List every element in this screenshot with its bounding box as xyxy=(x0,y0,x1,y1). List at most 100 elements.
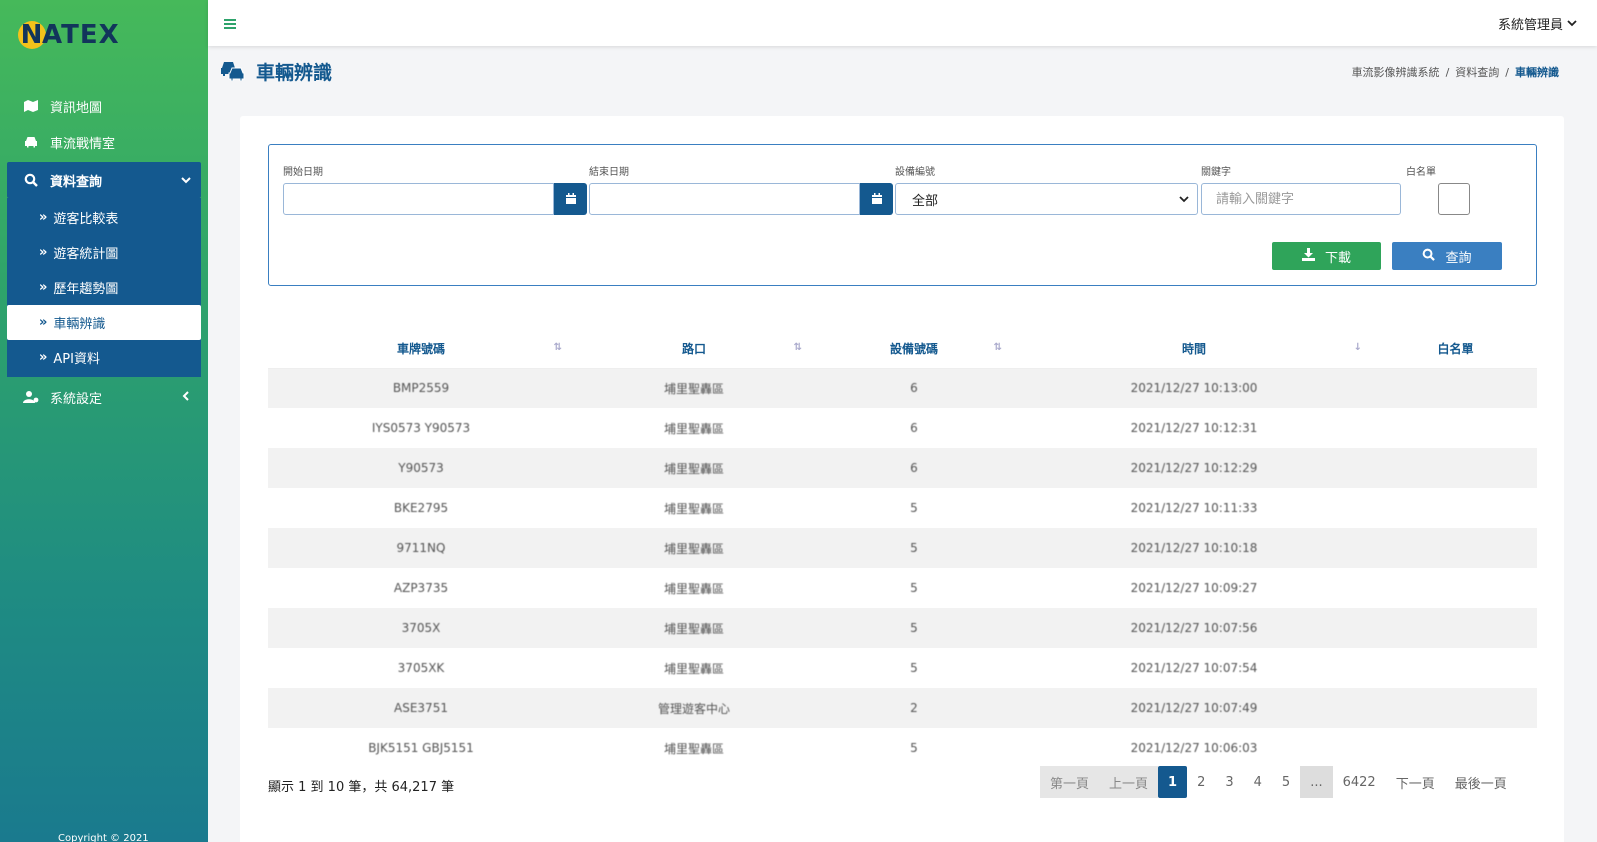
table-cell: 2021/12/27 10:10:18 xyxy=(1130,541,1258,555)
page-button[interactable]: 2 xyxy=(1187,766,1215,798)
double-chevron-right-icon: » xyxy=(39,245,48,260)
table-row[interactable]: BJK5151 GBJ5151 埔里聖轟區 5 2021/12/27 10:06:03 xyxy=(268,728,1537,768)
table-cell xyxy=(1374,368,1537,408)
calendar-icon[interactable] xyxy=(554,183,587,215)
download-button[interactable]: 下載 xyxy=(1272,242,1381,270)
table-cell: 6 xyxy=(910,421,918,435)
end-date-field: 結束日期 xyxy=(589,163,893,215)
sidebar-item-vehicle-recognition[interactable]: » 車輛辨識 xyxy=(7,305,201,340)
sidebar-item-label: 遊客統計圖 xyxy=(53,247,119,262)
logo[interactable]: N ATEX xyxy=(0,0,208,70)
column-header-plate[interactable]: 車牌號碼 ⇅ xyxy=(268,330,574,369)
page-header: 車輛辨識 xyxy=(220,58,332,85)
table-cell: 埔里聖轟區 xyxy=(663,421,724,436)
table-row[interactable]: IYS0573 Y90573 埔里聖轟區 6 2021/12/27 10:12:31 xyxy=(268,408,1537,448)
device-select-value: 全部 xyxy=(912,193,939,209)
last-page-number-button[interactable]: 6422 xyxy=(1333,766,1386,798)
table-cell: 2021/12/27 10:11:33 xyxy=(1130,501,1258,515)
table-cell: 埔里聖轟區 xyxy=(663,621,724,636)
natex-logo: N ATEX xyxy=(18,20,120,50)
prev-page-button[interactable]: 上一頁 xyxy=(1099,766,1159,798)
chevron-down-icon xyxy=(181,173,191,188)
column-header-device[interactable]: 設備號碼 ⇅ xyxy=(814,330,1014,369)
start-date-field: 開始日期 xyxy=(283,163,587,215)
start-date-input[interactable] xyxy=(283,183,554,215)
user-menu[interactable]: 系統管理員 xyxy=(1498,14,1577,33)
map-icon xyxy=(22,100,40,112)
table-summary: 顯示 1 到 10 筆，共 64,217 筆 xyxy=(268,780,455,795)
table-cell: Y90573 xyxy=(398,461,444,475)
next-page-button[interactable]: 下一頁 xyxy=(1386,766,1445,798)
table-cell: 埔里聖轟區 xyxy=(663,541,724,556)
sort-icon: ↓ xyxy=(1353,342,1362,353)
page-button[interactable]: 1 xyxy=(1158,766,1188,798)
column-label: 路口 xyxy=(681,342,706,357)
calendar-icon[interactable] xyxy=(860,183,893,215)
end-date-input[interactable] xyxy=(589,183,860,215)
start-date-label: 開始日期 xyxy=(283,167,323,178)
whitelist-field: 白名單 xyxy=(1406,163,1470,215)
sidebar-item-label: 系統設定 xyxy=(50,391,103,407)
table-row[interactable]: ASE3751 管理遊客中心 2 2021/12/27 10:07:49 xyxy=(268,688,1537,728)
double-chevron-right-icon: » xyxy=(39,350,48,365)
column-header-whitelist: 白名單 xyxy=(1374,330,1537,369)
sidebar-item-map[interactable]: 資訊地圖 xyxy=(0,88,208,124)
table-row[interactable]: 9711NQ 埔里聖轟區 5 2021/12/27 10:10:18 xyxy=(268,528,1537,568)
sidebar-item-visitor-compare[interactable]: » 遊客比較表 xyxy=(7,200,201,235)
keyword-input[interactable] xyxy=(1201,183,1401,215)
page-button[interactable]: 5 xyxy=(1272,766,1300,798)
table-cell: 埔里聖轟區 xyxy=(663,741,724,756)
car-icon xyxy=(22,136,40,148)
whitelist-checkbox[interactable] xyxy=(1438,183,1470,215)
search-icon xyxy=(1422,248,1436,264)
first-page-button[interactable]: 第一頁 xyxy=(1040,766,1100,798)
page-button[interactable]: 3 xyxy=(1215,766,1243,798)
sidebar-item-label: 車輛辨識 xyxy=(53,317,106,332)
breadcrumb: 車流影像辨識系統 / 資料查詢 / 車輛辨識 xyxy=(1351,66,1559,79)
results-table: 車牌號碼 ⇅ 路口 ⇅ 設備號碼 ⇅ 時間 ↓ 白名單 BMP2559 埔里聖轟區 6 202… xyxy=(268,330,1537,768)
table-cell: BJK5151 GBJ5151 xyxy=(368,741,474,755)
sidebar-item-traffic-room[interactable]: 車流戰情室 xyxy=(0,124,208,160)
chevron-down-icon xyxy=(1567,16,1577,31)
search-icon xyxy=(22,173,40,187)
table-row[interactable]: 3705XK 埔里聖轟區 5 2021/12/27 10:07:54 xyxy=(268,648,1537,688)
table-cell: AZP3735 xyxy=(393,581,449,595)
table-cell xyxy=(1374,648,1537,688)
table-row[interactable]: BMP2559 埔里聖轟區 6 2021/12/27 10:13:00 xyxy=(268,368,1537,408)
table-cell: 2021/12/27 10:07:56 xyxy=(1130,621,1258,635)
cars-icon xyxy=(220,59,246,85)
sort-icon: ⇅ xyxy=(793,342,802,353)
table-cell: IYS0573 Y90573 xyxy=(371,421,471,435)
device-select[interactable]: 全部 xyxy=(895,183,1198,215)
query-button[interactable]: 查詢 xyxy=(1392,242,1502,270)
sidebar-item-yearly-trend[interactable]: » 歷年趨勢圖 xyxy=(7,270,201,305)
column-label: 時間 xyxy=(1181,342,1206,357)
table-cell xyxy=(1374,568,1537,608)
query-label: 查詢 xyxy=(1445,249,1472,265)
table-cell: 5 xyxy=(910,741,918,755)
table-cell: 2021/12/27 10:06:03 xyxy=(1130,741,1258,755)
table-cell: 6 xyxy=(910,381,918,396)
column-header-intersection[interactable]: 路口 ⇅ xyxy=(574,330,814,369)
end-date-label: 結束日期 xyxy=(589,167,629,178)
table-row[interactable]: 3705X 埔里聖轟區 5 2021/12/27 10:07:56 xyxy=(268,608,1537,648)
sidebar-item-system-settings[interactable]: 系統設定 xyxy=(0,379,208,415)
sidebar-item-api-data[interactable]: » API資料 xyxy=(7,340,201,375)
table-row[interactable]: BKE2795 埔里聖轟區 5 2021/12/27 10:11:33 xyxy=(268,488,1537,528)
hamburger-menu-icon[interactable] xyxy=(224,14,236,33)
table-cell: 埔里聖轟區 xyxy=(663,381,724,396)
column-header-time[interactable]: 時間 ↓ xyxy=(1014,330,1374,369)
topbar: 系統管理員 xyxy=(208,0,1597,46)
sidebar-item-data-query[interactable]: 資料查詢 xyxy=(7,162,201,198)
table-cell: 5 xyxy=(910,501,918,515)
breadcrumb-item[interactable]: 車流影像辨識系統 xyxy=(1352,66,1440,79)
table-row[interactable]: Y90573 埔里聖轟區 6 2021/12/27 10:12:29 xyxy=(268,448,1537,488)
breadcrumb-item[interactable]: 資料查詢 xyxy=(1455,66,1499,79)
table-row[interactable]: AZP3735 埔里聖轟區 5 2021/12/27 10:09:27 xyxy=(268,568,1537,608)
sidebar-item-label: 遊客比較表 xyxy=(53,212,119,227)
chevron-left-icon xyxy=(182,390,190,405)
last-page-button[interactable]: 最後一頁 xyxy=(1445,766,1517,798)
double-chevron-right-icon: » xyxy=(39,210,48,225)
page-button[interactable]: 4 xyxy=(1244,766,1272,798)
sidebar-item-visitor-chart[interactable]: » 遊客統計圖 xyxy=(7,235,201,270)
